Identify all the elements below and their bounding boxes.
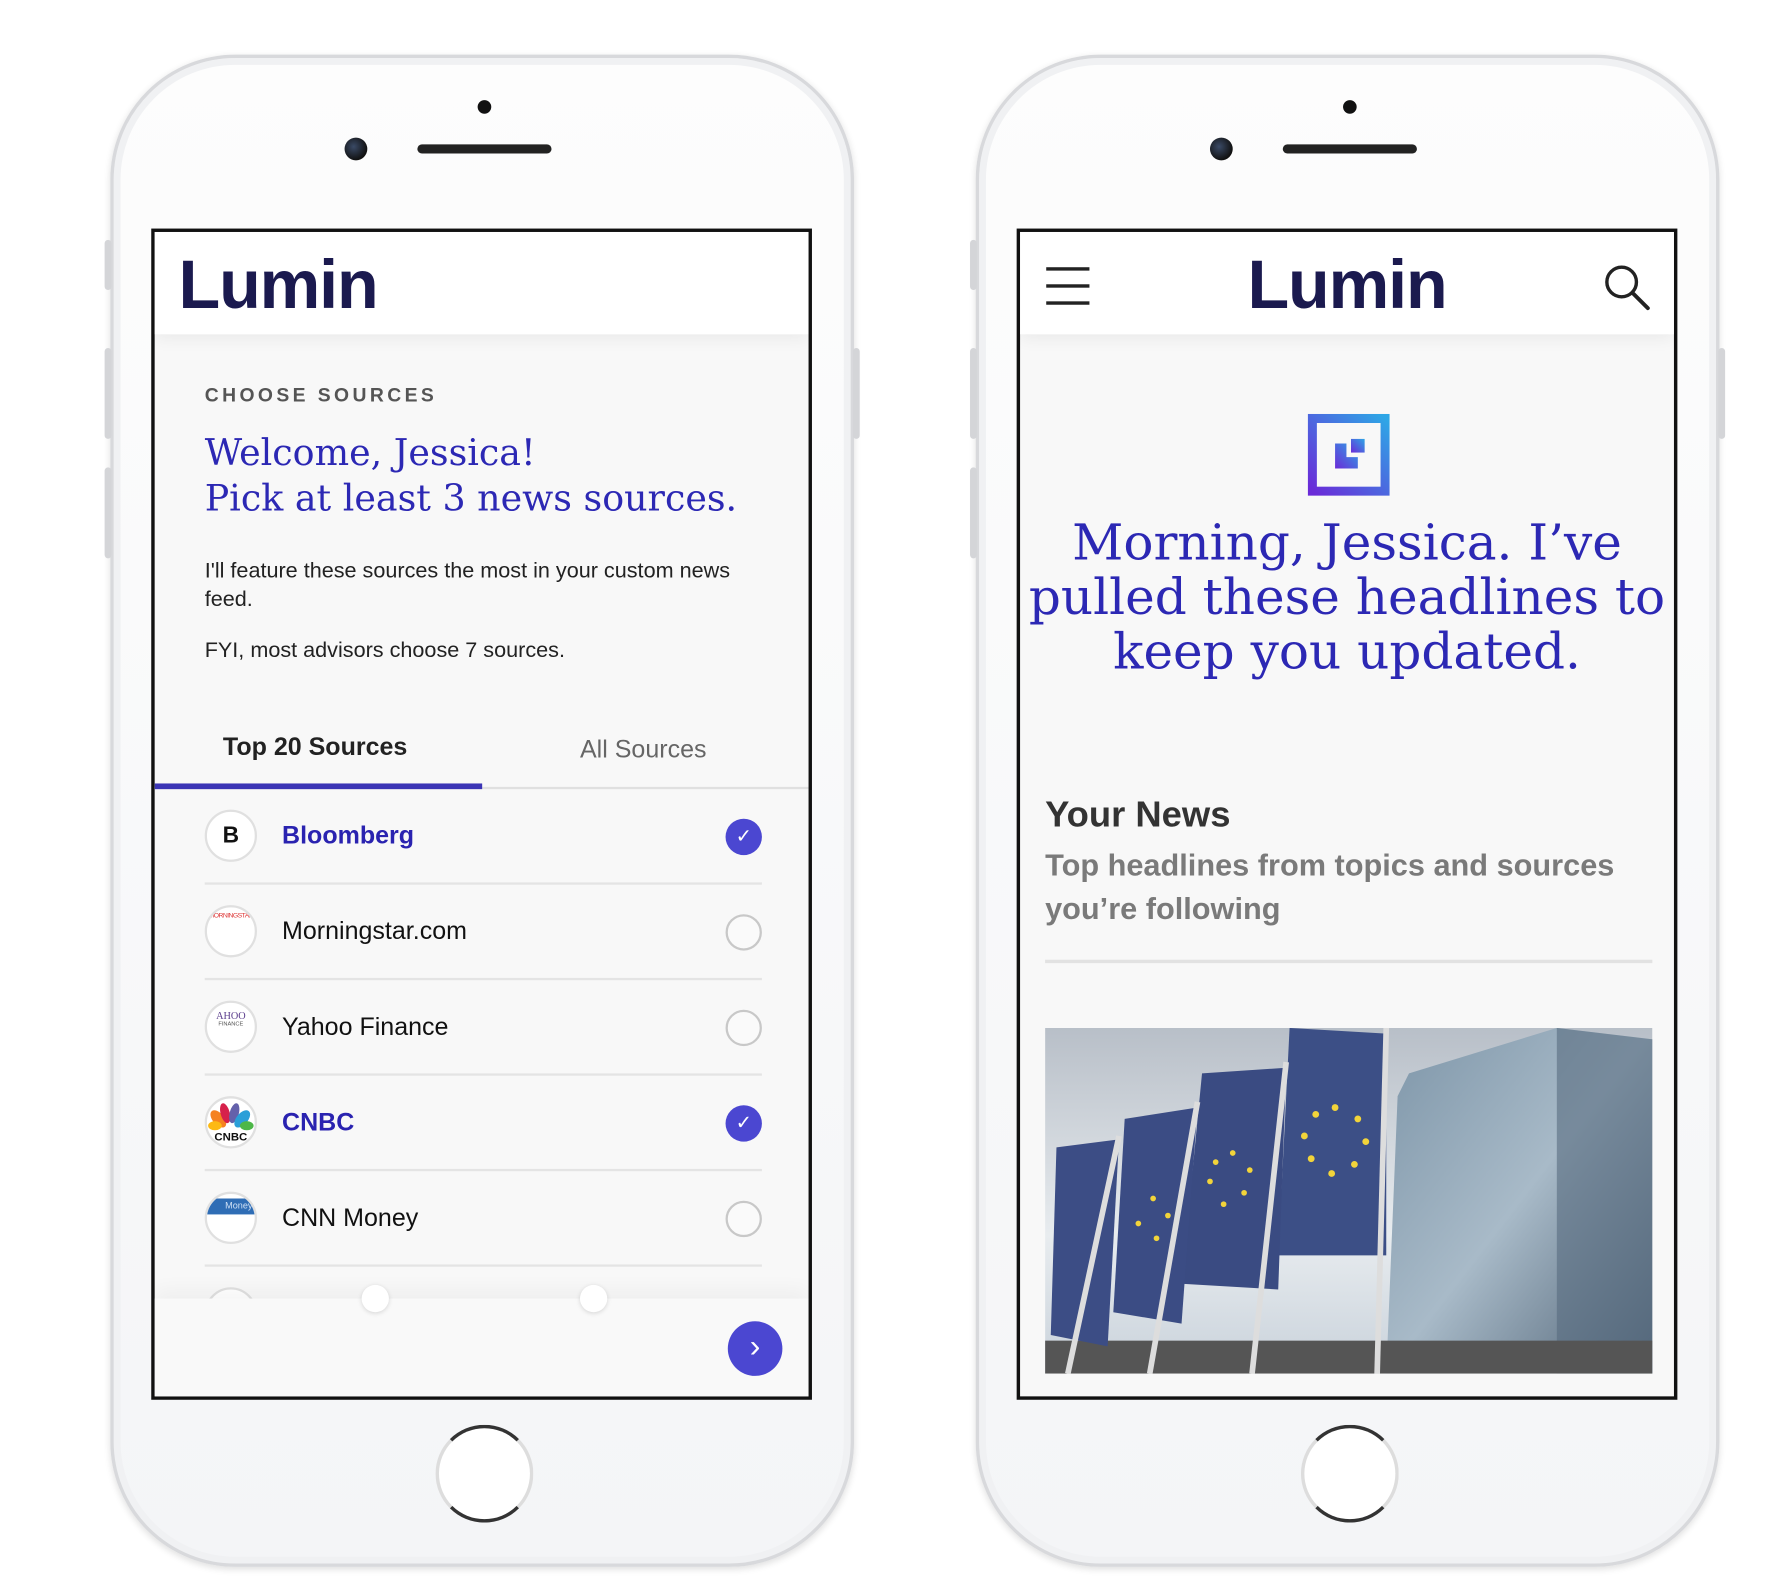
tab-top-20-sources[interactable]: Top 20 Sources	[154, 710, 483, 790]
source-row-morningstar[interactable]: MORNINGSTAR Morningstar.com	[204, 885, 762, 981]
onboarding-screen: Lumin CHOOSE SOURCES Welcome, Jessica! P…	[151, 228, 812, 1400]
tab-all-sources[interactable]: All Sources	[482, 710, 808, 790]
search-icon[interactable]	[1603, 264, 1651, 312]
peacock-icon: CNBC	[208, 1103, 254, 1144]
source-name: CNN Money	[282, 1203, 419, 1232]
app-header: Lumin	[1020, 231, 1674, 335]
subtitle-line: Top headlines from topics and sources	[1045, 848, 1615, 883]
headline-line: Morning, Jessica. I’ve	[1072, 513, 1622, 572]
headline-line: pulled these headlines to	[1028, 568, 1666, 627]
tab-label: All Sources	[579, 734, 707, 763]
lumin-brand-icon	[1307, 413, 1390, 496]
fyi-text: FYI, most advisors choose 7 sources.	[204, 639, 565, 663]
lumin-logo: Lumin	[178, 246, 379, 323]
source-name: CNBC	[282, 1107, 355, 1136]
description-text: I'll feature these sources the most in y…	[204, 559, 731, 612]
source-row-cnbc[interactable]: CNBC CNBC ✓	[204, 1076, 762, 1172]
checked-icon[interactable]: ✓	[725, 1105, 762, 1142]
power-button	[1718, 347, 1726, 439]
section-title: Your News	[1045, 793, 1231, 835]
earpiece-speaker	[1282, 144, 1417, 154]
checked-icon[interactable]: ✓	[725, 818, 762, 856]
lumin-logo: Lumin	[1247, 246, 1448, 323]
svg-text:CNBC: CNBC	[214, 1132, 247, 1144]
section-subtitle: Top headlines from topics and sources yo…	[1045, 844, 1614, 930]
source-name: Yahoo Finance	[282, 1012, 449, 1041]
cnn-money-logo: Money	[204, 1191, 258, 1244]
cnbc-logo: CNBC	[204, 1096, 258, 1149]
bloomberg-logo: B	[204, 809, 258, 862]
left-phone-frame: Lumin CHOOSE SOURCES Welcome, Jessica! P…	[104, 54, 860, 1567]
volume-up-button	[104, 347, 112, 439]
mockup-stage: Lumin CHOOSE SOURCES Welcome, Jessica! P…	[0, 0, 1774, 1592]
home-button[interactable]	[1300, 1424, 1399, 1523]
source-row-yahoo-finance[interactable]: AHOO FINANCE Yahoo Finance	[204, 980, 762, 1076]
greeting-headline: Morning, Jessica. I’ve pulled these head…	[1020, 516, 1674, 680]
home-button[interactable]	[435, 1424, 534, 1523]
news-story-image[interactable]	[1045, 1027, 1653, 1374]
power-button	[852, 347, 860, 439]
right-phone-frame: Lumin Morning, Jessica. I’ve pulled thes…	[970, 54, 1726, 1567]
proximity-sensor	[477, 100, 492, 114]
source-row-bloomberg[interactable]: B Bloomberg ✓	[204, 789, 762, 885]
front-camera	[1209, 137, 1233, 161]
page-indicator-dot	[579, 1284, 608, 1313]
page-indicator-dot	[361, 1284, 389, 1313]
section-label: CHOOSE SOURCES	[204, 384, 438, 406]
instruction-line: Pick at least 3 news sources.	[204, 476, 738, 520]
front-camera	[344, 137, 368, 161]
volume-up-button	[970, 347, 977, 439]
morningstar-logo: MORNINGSTAR	[204, 905, 258, 958]
unchecked-radio[interactable]	[725, 1009, 762, 1047]
welcome-heading: Welcome, Jessica! Pick at least 3 news s…	[205, 430, 737, 521]
unchecked-radio[interactable]	[725, 1200, 762, 1238]
source-name: Morningstar.com	[282, 916, 467, 945]
proximity-sensor	[1343, 100, 1357, 114]
yahoo-finance-logo: AHOO FINANCE	[204, 1000, 258, 1053]
tab-label: Top 20 Sources	[222, 732, 408, 761]
volume-down-button	[104, 467, 112, 559]
subtitle-line: you’re following	[1045, 891, 1281, 926]
mute-switch	[970, 239, 977, 290]
welcome-line: Welcome, Jessica!	[204, 430, 536, 475]
source-row-cnn-money[interactable]: Money CNN Money	[204, 1171, 762, 1267]
headline-line: keep you updated.	[1113, 623, 1581, 682]
source-name: Bloomberg	[282, 820, 415, 850]
unchecked-radio[interactable]	[725, 914, 762, 951]
footer-bar: ›	[154, 1284, 809, 1397]
tab-bar: Top 20 Sources All Sources	[154, 710, 809, 790]
volume-down-button	[970, 467, 977, 559]
section-divider	[1045, 959, 1653, 964]
app-header: Lumin	[154, 231, 809, 335]
mute-switch	[104, 239, 112, 290]
news-feed-screen: Lumin Morning, Jessica. I’ve pulled thes…	[1016, 228, 1678, 1400]
earpiece-speaker	[417, 144, 552, 154]
next-button[interactable]: ›	[727, 1321, 783, 1376]
